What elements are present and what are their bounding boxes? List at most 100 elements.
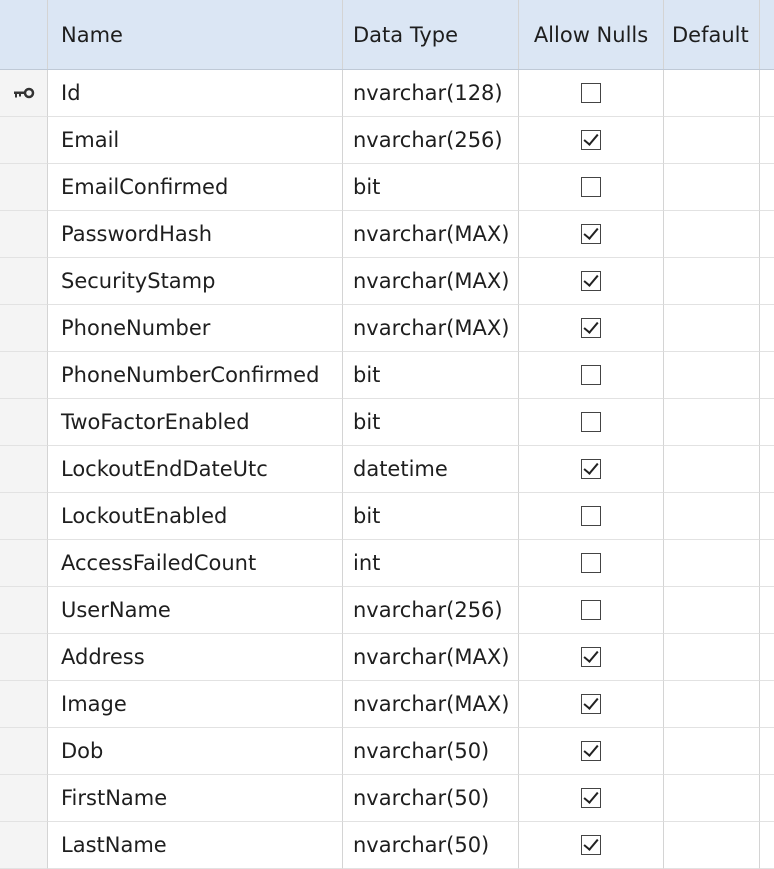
default-value-cell[interactable] [664, 352, 760, 399]
table-row[interactable]: Email nvarchar(256) [0, 117, 774, 164]
column-name-cell[interactable]: Id [48, 70, 343, 117]
default-value-cell[interactable] [664, 164, 760, 211]
column-name-cell[interactable]: Address [48, 634, 343, 681]
allow-nulls-checkbox[interactable] [581, 459, 601, 479]
header-default[interactable]: Default [664, 0, 760, 69]
row-selector[interactable] [0, 164, 48, 211]
allow-nulls-checkbox[interactable] [581, 224, 601, 244]
row-selector[interactable] [0, 634, 48, 681]
table-row[interactable]: PasswordHash nvarchar(MAX) [0, 211, 774, 258]
table-row[interactable]: PhoneNumber nvarchar(MAX) [0, 305, 774, 352]
data-type-cell[interactable]: nvarchar(50) [343, 775, 519, 822]
allow-nulls-checkbox[interactable] [581, 741, 601, 761]
default-value-cell[interactable] [664, 399, 760, 446]
default-value-cell[interactable] [664, 211, 760, 258]
header-allow-nulls[interactable]: Allow Nulls [519, 0, 664, 69]
row-selector[interactable] [0, 493, 48, 540]
table-row[interactable]: EmailConfirmed bit [0, 164, 774, 211]
allow-nulls-checkbox[interactable] [581, 694, 601, 714]
allow-nulls-checkbox[interactable] [581, 553, 601, 573]
column-name-cell[interactable]: AccessFailedCount [48, 540, 343, 587]
table-row[interactable]: Dob nvarchar(50) [0, 728, 774, 775]
table-row[interactable]: LastName nvarchar(50) [0, 822, 774, 869]
table-row[interactable]: LockoutEndDateUtc datetime [0, 446, 774, 493]
table-row[interactable]: Id nvarchar(128) [0, 70, 774, 117]
data-type-cell[interactable]: nvarchar(MAX) [343, 634, 519, 681]
allow-nulls-checkbox[interactable] [581, 271, 601, 291]
data-type-cell[interactable]: nvarchar(MAX) [343, 211, 519, 258]
column-name-cell[interactable]: FirstName [48, 775, 343, 822]
data-type-cell[interactable]: bit [343, 399, 519, 446]
column-name-cell[interactable]: UserName [48, 587, 343, 634]
row-selector[interactable] [0, 258, 48, 305]
table-row[interactable]: AccessFailedCount int [0, 540, 774, 587]
allow-nulls-checkbox[interactable] [581, 647, 601, 667]
table-row[interactable]: Address nvarchar(MAX) [0, 634, 774, 681]
row-selector[interactable] [0, 399, 48, 446]
row-selector-header[interactable] [0, 0, 48, 69]
default-value-cell[interactable] [664, 728, 760, 775]
default-value-cell[interactable] [664, 493, 760, 540]
row-selector[interactable] [0, 822, 48, 869]
allow-nulls-checkbox[interactable] [581, 412, 601, 432]
row-selector[interactable] [0, 70, 48, 117]
row-selector[interactable] [0, 775, 48, 822]
column-name-cell[interactable]: LockoutEndDateUtc [48, 446, 343, 493]
default-value-cell[interactable] [664, 822, 760, 869]
table-row[interactable]: TwoFactorEnabled bit [0, 399, 774, 446]
column-name-cell[interactable]: Email [48, 117, 343, 164]
data-type-cell[interactable]: nvarchar(MAX) [343, 258, 519, 305]
column-name-cell[interactable]: LastName [48, 822, 343, 869]
default-value-cell[interactable] [664, 70, 760, 117]
default-value-cell[interactable] [664, 587, 760, 634]
allow-nulls-checkbox[interactable] [581, 318, 601, 338]
row-selector[interactable] [0, 352, 48, 399]
column-name-cell[interactable]: PasswordHash [48, 211, 343, 258]
row-selector[interactable] [0, 211, 48, 258]
data-type-cell[interactable]: nvarchar(128) [343, 70, 519, 117]
data-type-cell[interactable]: nvarchar(256) [343, 587, 519, 634]
table-row[interactable]: SecurityStamp nvarchar(MAX) [0, 258, 774, 305]
allow-nulls-checkbox[interactable] [581, 788, 601, 808]
data-type-cell[interactable]: nvarchar(50) [343, 822, 519, 869]
data-type-cell[interactable]: nvarchar(MAX) [343, 681, 519, 728]
data-type-cell[interactable]: nvarchar(MAX) [343, 305, 519, 352]
row-selector[interactable] [0, 305, 48, 352]
default-value-cell[interactable] [664, 258, 760, 305]
column-name-cell[interactable]: PhoneNumber [48, 305, 343, 352]
column-name-cell[interactable]: SecurityStamp [48, 258, 343, 305]
default-value-cell[interactable] [664, 634, 760, 681]
column-name-cell[interactable]: EmailConfirmed [48, 164, 343, 211]
data-type-cell[interactable]: nvarchar(50) [343, 728, 519, 775]
default-value-cell[interactable] [664, 446, 760, 493]
allow-nulls-checkbox[interactable] [581, 83, 601, 103]
column-name-cell[interactable]: LockoutEnabled [48, 493, 343, 540]
allow-nulls-checkbox[interactable] [581, 600, 601, 620]
header-name[interactable]: Name [48, 0, 343, 69]
data-type-cell[interactable]: datetime [343, 446, 519, 493]
allow-nulls-checkbox[interactable] [581, 177, 601, 197]
data-type-cell[interactable]: nvarchar(256) [343, 117, 519, 164]
row-selector[interactable] [0, 587, 48, 634]
default-value-cell[interactable] [664, 305, 760, 352]
column-name-cell[interactable]: Dob [48, 728, 343, 775]
allow-nulls-checkbox[interactable] [581, 835, 601, 855]
default-value-cell[interactable] [664, 775, 760, 822]
column-name-cell[interactable]: Image [48, 681, 343, 728]
data-type-cell[interactable]: int [343, 540, 519, 587]
allow-nulls-checkbox[interactable] [581, 130, 601, 150]
row-selector[interactable] [0, 540, 48, 587]
default-value-cell[interactable] [664, 540, 760, 587]
column-name-cell[interactable]: PhoneNumberConfirmed [48, 352, 343, 399]
row-selector[interactable] [0, 681, 48, 728]
table-row[interactable]: PhoneNumberConfirmed bit [0, 352, 774, 399]
row-selector[interactable] [0, 728, 48, 775]
data-type-cell[interactable]: bit [343, 164, 519, 211]
table-row[interactable]: FirstName nvarchar(50) [0, 775, 774, 822]
allow-nulls-checkbox[interactable] [581, 365, 601, 385]
data-type-cell[interactable]: bit [343, 352, 519, 399]
column-name-cell[interactable]: TwoFactorEnabled [48, 399, 343, 446]
row-selector[interactable] [0, 446, 48, 493]
row-selector[interactable] [0, 117, 48, 164]
table-row[interactable]: Image nvarchar(MAX) [0, 681, 774, 728]
